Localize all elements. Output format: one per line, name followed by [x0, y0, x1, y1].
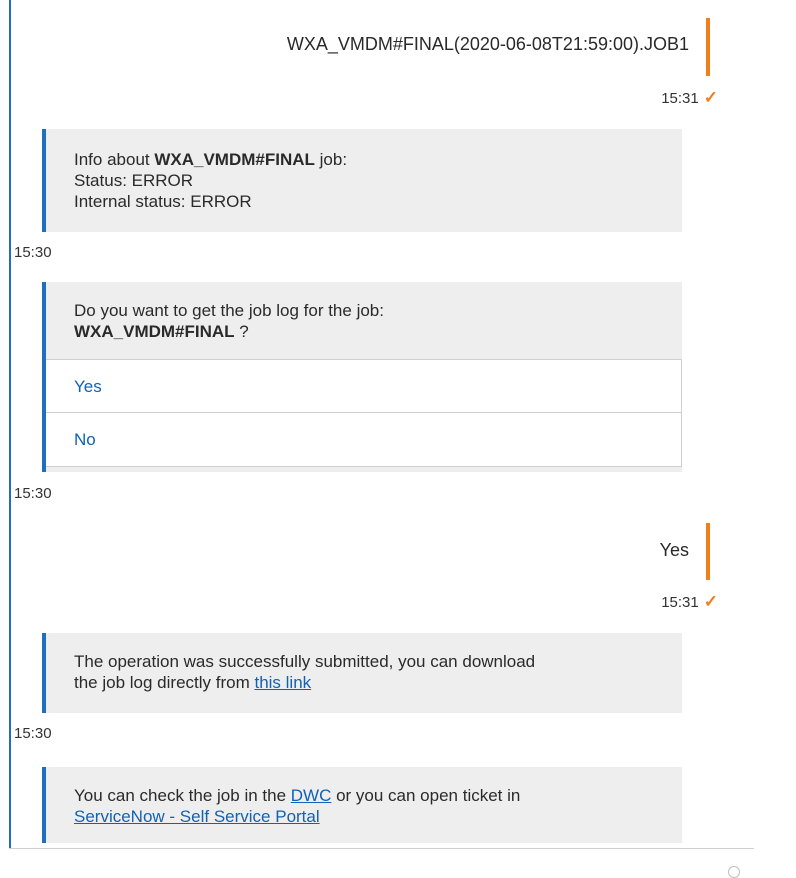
info-prefix: Info about: [74, 150, 155, 169]
job-log-link[interactable]: this link: [254, 673, 311, 692]
internal-status-line: Internal status: ERROR: [74, 192, 252, 211]
chat-left-border: [9, 0, 11, 849]
user-message-accent: [706, 18, 710, 76]
chat-bottom-border: [9, 848, 754, 849]
option-yes-button[interactable]: Yes: [46, 359, 682, 413]
bot-message-job-info: Info about WXA_VMDM#FINAL job: Status: E…: [42, 129, 682, 232]
bot-message-timestamp: 15:30: [14, 244, 52, 261]
bot-message-timestamp: 15:30: [14, 725, 52, 742]
dwc-link[interactable]: DWC: [291, 786, 332, 805]
info-suffix: job:: [314, 150, 348, 169]
user-message-yes: Yes: [659, 540, 689, 560]
timestamp-text: 15:31: [661, 593, 699, 611]
user-message-timestamp: 15:31 ✓: [661, 592, 718, 612]
user-message-accent: [706, 523, 710, 580]
bot-message-job-log-prompt: Do you want to get the job log for the j…: [42, 282, 682, 472]
bot-message-check-job: You can check the job in the DWC or you …: [42, 767, 682, 843]
option-no-button[interactable]: No: [46, 413, 682, 467]
check-text-before: You can check the job in the: [74, 786, 291, 805]
check-icon: ✓: [703, 88, 718, 107]
prompt-after: ?: [234, 322, 249, 341]
check-icon: ✓: [703, 592, 718, 611]
corner-indicator: [728, 866, 740, 878]
submitted-line1: The operation was successfully submitted…: [74, 652, 536, 671]
status-line: Status: ERROR: [74, 171, 194, 190]
job-name: WXA_VMDM#FINAL: [154, 150, 315, 169]
submitted-line2: the job log directly from: [74, 673, 255, 692]
bot-message-timestamp: 15:30: [14, 485, 52, 502]
timestamp-text: 15:31: [661, 89, 699, 107]
prompt-job-name: WXA_VMDM#FINAL: [74, 322, 235, 341]
user-message-job-id: WXA_VMDM#FINAL(2020-06-08T21:59:00).JOB1: [286, 34, 689, 54]
check-text-middle: or you can open ticket in: [331, 786, 521, 805]
prompt-question: Do you want to get the job log for the j…: [74, 301, 384, 320]
servicenow-portal-link[interactable]: ServiceNow - Self Service Portal: [74, 807, 320, 826]
bot-message-submitted: The operation was successfully submitted…: [42, 633, 682, 713]
user-message-timestamp: 15:31 ✓: [661, 88, 718, 108]
